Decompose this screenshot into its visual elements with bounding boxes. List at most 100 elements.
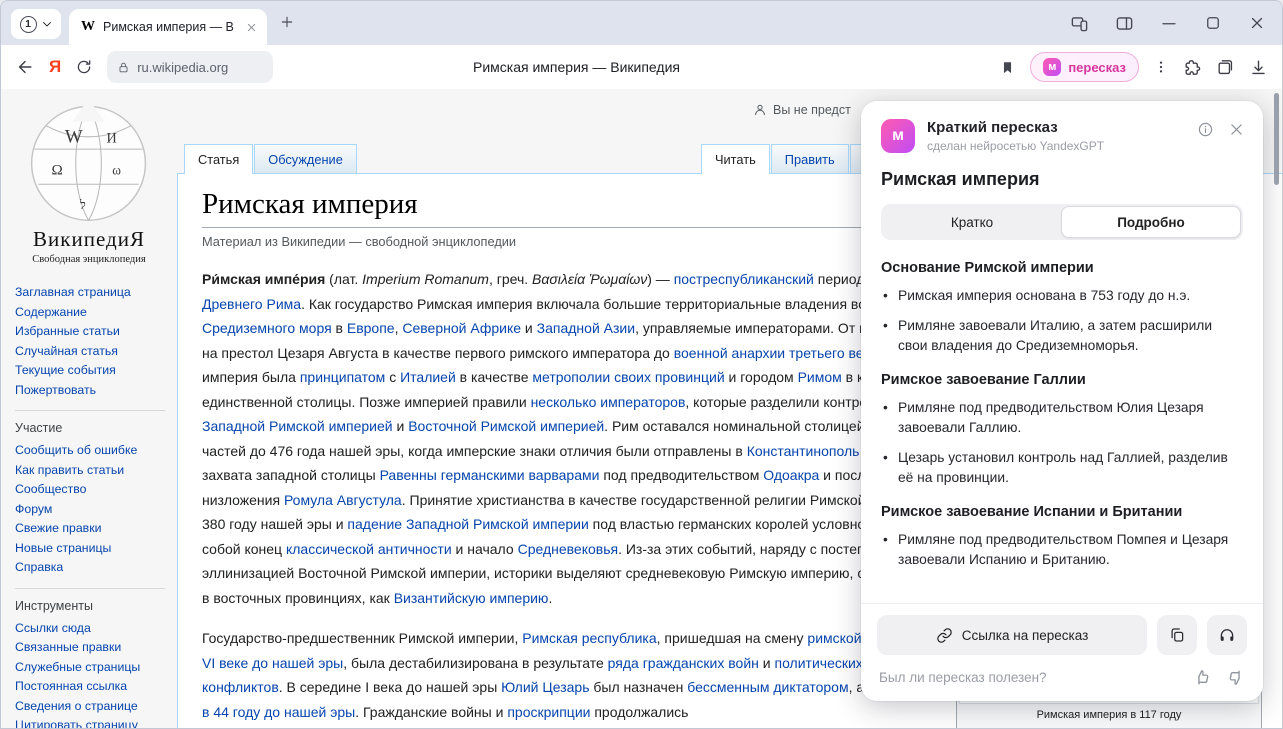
wiki-link[interactable]: постреспубликанский (674, 271, 814, 287)
reload-icon[interactable] (75, 58, 93, 76)
wiki-tab[interactable]: Править (771, 144, 849, 173)
article-run: . Гражданские войны и (355, 704, 507, 720)
wiki-link[interactable]: Средневековья (518, 541, 619, 557)
sidebar-item[interactable]: Содержание (15, 303, 165, 323)
yandex-logo-icon[interactable]: Я (49, 57, 61, 77)
personal-bar[interactable]: Вы не предст (753, 103, 851, 117)
more-menu-icon[interactable] (1153, 59, 1169, 75)
thumbs-up-icon[interactable] (1193, 668, 1212, 687)
article-run: в (332, 320, 347, 336)
new-tab-button[interactable] (279, 14, 295, 30)
wiki-link[interactable]: бессменным диктатором (687, 679, 848, 695)
sidebar-item[interactable]: Избранные статьи (15, 322, 165, 342)
wiki-link[interactable]: Италией (400, 369, 456, 385)
wiki-link[interactable]: Европе (347, 320, 395, 336)
wiki-tabs-left: СтатьяОбсуждение (184, 144, 358, 174)
sidebar-item[interactable]: Текущие события (15, 361, 165, 381)
wiki-link[interactable]: военной анархии третьего века (674, 345, 878, 361)
wiki-link[interactable]: Северной Африке (402, 320, 521, 336)
sidebar-item[interactable]: Новые страницы (15, 539, 165, 559)
wiki-link[interactable]: падение Западной Римской империи (347, 516, 588, 532)
sidebar-item[interactable]: Связанные правки (15, 638, 165, 658)
wiki-link[interactable]: Древнего Рима (202, 296, 301, 312)
wikipedia-logo[interactable]: W И Ω ω ל (25, 97, 153, 225)
wiki-link[interactable]: классической античности (286, 541, 452, 557)
tab-count: 1 (20, 16, 37, 33)
wiki-link[interactable]: принципатом (300, 369, 385, 385)
thumbs-down-icon[interactable] (1226, 668, 1245, 687)
wiki-link[interactable]: Юлий Цезарь (501, 679, 589, 695)
sidebar-item[interactable]: Заглавная страница (15, 283, 165, 303)
sidebar-item[interactable]: Справка (15, 558, 165, 578)
sidebar-item[interactable]: Сообщество (15, 480, 165, 500)
wiki-link[interactable]: Ромула Августула (284, 492, 402, 508)
copy-button[interactable] (1157, 615, 1197, 655)
wiki-link[interactable]: германскими варварами (441, 467, 600, 483)
wiki-tab[interactable]: Читать (701, 144, 770, 174)
wiki-link[interactable]: Римская республика (522, 630, 656, 646)
summary-title: Краткий пересказ (927, 119, 1185, 136)
retell-button[interactable]: м пересказ (1030, 52, 1139, 82)
extensions-puzzle-icon[interactable] (1183, 58, 1202, 77)
sidebar-item[interactable]: Случайная статья (15, 342, 165, 362)
sidebar-item[interactable]: Как править статьи (15, 461, 165, 481)
summary-mode-tab[interactable]: Кратко (883, 206, 1061, 238)
article-run: в качестве (456, 369, 533, 385)
collections-icon[interactable] (1216, 58, 1235, 77)
svg-text:Ω: Ω (52, 162, 63, 179)
bookmark-icon[interactable] (999, 59, 1016, 76)
wiki-tab[interactable]: Обсуждение (254, 144, 357, 173)
wiki-link[interactable]: Одоакра (763, 467, 819, 483)
wiki-link[interactable]: Византийскую империю (394, 590, 549, 606)
summary-section-heading: Основание Римской империи (881, 260, 1243, 276)
sidebar-item[interactable]: Форум (15, 500, 165, 520)
sidebar-item[interactable]: Постоянная ссылка (15, 677, 165, 697)
wiki-link[interactable]: Западной Римской империей (202, 418, 393, 434)
infobox-caption: Римская империя в 117 году (959, 704, 1259, 727)
summary-link-button[interactable]: Ссылка на пересказ (877, 615, 1147, 655)
sidebar-item[interactable]: Ссылки сюда (15, 619, 165, 639)
sidebar-item[interactable]: Цитировать страницу (15, 716, 165, 728)
article-run: с (385, 369, 400, 385)
listen-button[interactable] (1207, 615, 1247, 655)
wiki-tab[interactable]: Статья (184, 144, 253, 174)
back-icon[interactable] (15, 57, 35, 77)
wiki-link[interactable]: Западной Азии (537, 320, 635, 336)
wiki-link[interactable]: проскрипции (507, 704, 590, 720)
wiki-link[interactable]: VI веке до нашей эры (202, 655, 343, 671)
sidebar-panel-icon[interactable] (1115, 14, 1134, 33)
devices-icon[interactable] (1070, 14, 1089, 33)
svg-text:W: W (65, 127, 83, 148)
sidebar-item[interactable]: Пожертвовать (15, 381, 165, 401)
sidebar-item[interactable]: Сообщить об ошибке (15, 441, 165, 461)
page-scrollbar[interactable] (1274, 93, 1279, 185)
panel-close-icon[interactable] (1228, 121, 1245, 138)
wiki-link[interactable]: Средиземного моря (202, 320, 332, 336)
wiki-link[interactable]: Римом (798, 369, 842, 385)
close-window-icon[interactable] (1248, 14, 1266, 32)
tab-close-icon[interactable] (246, 22, 257, 33)
article-run: , была дестабилизирована в результате (343, 655, 607, 671)
summary-section-heading: Римское завоевание Испании и Британии (881, 504, 1243, 520)
summary-header-icons (1197, 121, 1245, 138)
summary-subtitle: сделан нейросетью YandexGPT (927, 139, 1185, 153)
maximize-icon[interactable] (1204, 14, 1222, 32)
summary-mode-tab[interactable]: Подробно (1061, 206, 1241, 238)
wiki-link[interactable]: Равенны (380, 467, 437, 483)
wiki-link[interactable]: ряда гражданских войн (608, 655, 759, 671)
wiki-link[interactable]: метрополии своих провинций (532, 369, 724, 385)
wiki-sidebar-nav: Заглавная страницаСодержаниеИзбранные ст… (15, 279, 177, 728)
wiki-link[interactable]: Восточной Римской империей (408, 418, 604, 434)
sidebar-item[interactable]: Свежие правки (15, 519, 165, 539)
minimize-icon[interactable] (1160, 14, 1178, 32)
sidebar-item[interactable]: Сведения о странице (15, 697, 165, 717)
browser-tab[interactable]: W Римская империя — В (69, 9, 267, 45)
tab-counter-button[interactable]: 1 (11, 9, 61, 39)
wiki-link[interactable]: Константинополь (747, 443, 860, 459)
wiki-link[interactable]: несколько императоров (531, 394, 686, 410)
address-bar[interactable]: ru.wikipedia.org (107, 51, 273, 83)
info-icon[interactable] (1197, 121, 1214, 138)
download-icon[interactable] (1249, 58, 1268, 77)
summary-section-heading: Римское завоевание Галлии (881, 372, 1243, 388)
sidebar-item[interactable]: Служебные страницы (15, 658, 165, 678)
